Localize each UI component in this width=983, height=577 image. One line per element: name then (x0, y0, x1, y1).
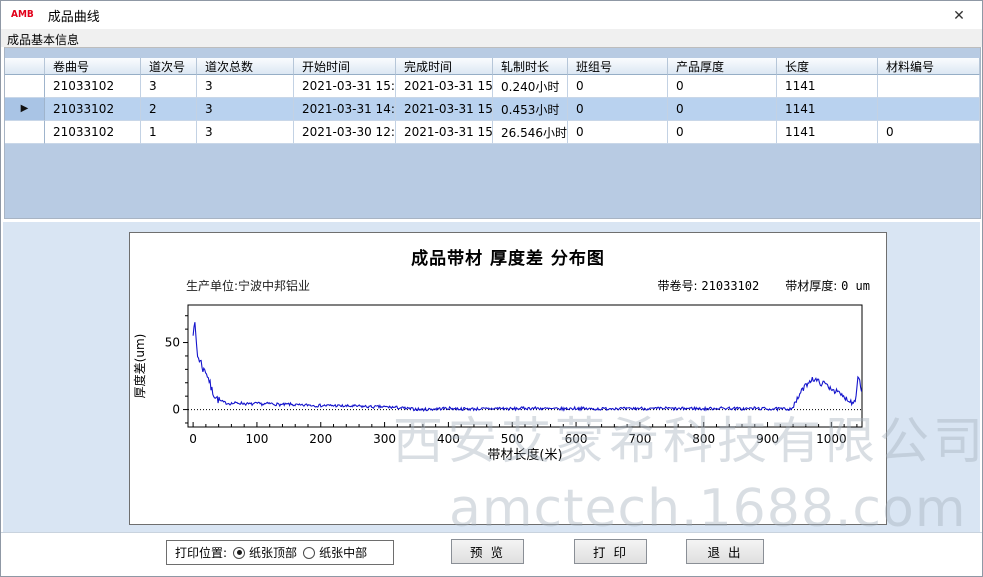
row-selector-cell[interactable]: ▶ (5, 98, 45, 121)
svg-text:500: 500 (501, 432, 524, 446)
radio-paper-top[interactable]: 纸张顶部 (233, 544, 297, 561)
table-cell[interactable]: 26.546小时 (493, 121, 568, 144)
table-cell[interactable]: 0.453小时 (493, 98, 568, 121)
table-cell[interactable]: 2021-03-31 15:... (294, 75, 396, 98)
svg-text:1000: 1000 (816, 432, 847, 446)
svg-text:700: 700 (628, 432, 651, 446)
svg-text:600: 600 (565, 432, 588, 446)
table-cell[interactable]: 0 (568, 98, 668, 121)
selection-arrow-icon: ▶ (21, 104, 29, 114)
svg-text:900: 900 (756, 432, 779, 446)
product-table[interactable]: 卷曲号道次号道次总数开始时间完成时间轧制时长班组号产品厚度长度材料编号21033… (4, 47, 981, 219)
app-logo: AMB (11, 10, 34, 21)
table-cell[interactable]: 3 (141, 75, 197, 98)
table-cell[interactable]: 1 (141, 121, 197, 144)
svg-text:带材长度(米): 带材长度(米) (487, 447, 562, 463)
table-cell[interactable]: 0 (668, 121, 777, 144)
radio-paper-middle-icon[interactable] (303, 547, 315, 559)
print-position-label: 打印位置: (175, 544, 227, 561)
table-row[interactable]: 21033102132021-03-30 12:...2021-03-31 15… (5, 121, 980, 144)
svg-text:400: 400 (437, 432, 460, 446)
footer-bar: 打印位置: 纸张顶部 纸张中部 预 览 打 印 退 出 (1, 532, 982, 576)
thickness-chart: 0 100 200 300 400 500 600 700 800 900 1000 0 50 带材长度(… (130, 295, 886, 525)
table-cell[interactable]: 0 (668, 75, 777, 98)
table-cell[interactable]: 1141 (777, 121, 878, 144)
column-header-6[interactable]: 轧制时长 (493, 58, 568, 75)
row-selector-cell[interactable] (5, 75, 45, 98)
column-header-8[interactable]: 产品厚度 (668, 58, 777, 75)
close-icon[interactable]: ✕ (948, 5, 970, 27)
table-cell[interactable]: 2 (141, 98, 197, 121)
coil-number-label: 带卷号: 21033102 (658, 277, 760, 294)
table-cell[interactable]: 3 (197, 121, 294, 144)
svg-text:100: 100 (245, 432, 268, 446)
table-cell[interactable]: 2021-03-31 15:... (396, 121, 493, 144)
svg-text:300: 300 (373, 432, 396, 446)
column-header-2[interactable]: 道次号 (141, 58, 197, 75)
svg-text:0: 0 (172, 403, 180, 417)
table-row[interactable]: 21033102332021-03-31 15:...2021-03-31 15… (5, 75, 980, 98)
print-position-group: 打印位置: 纸张顶部 纸张中部 (166, 540, 394, 565)
svg-text:800: 800 (692, 432, 715, 446)
table-cell[interactable] (878, 98, 980, 121)
column-header-9[interactable]: 长度 (777, 58, 878, 75)
table-cell[interactable]: 21033102 (45, 75, 141, 98)
coil-number-value: 21033102 (701, 279, 759, 293)
table-cell[interactable] (878, 75, 980, 98)
info-strip: 成品基本信息 (1, 29, 982, 47)
column-header-4[interactable]: 开始时间 (294, 58, 396, 75)
exit-button[interactable]: 退 出 (686, 539, 764, 564)
column-header-10[interactable]: 材料编号 (878, 58, 980, 75)
table-cell[interactable]: 0 (878, 121, 980, 144)
table-cell[interactable]: 2021-03-31 14:... (294, 98, 396, 121)
table-row[interactable]: ▶ 21033102232021-03-31 14:...2021-03-31 1… (5, 98, 980, 121)
strip-thickness-label: 带材厚度: 0 um (785, 277, 870, 294)
title-bar: AMB 成品曲线 ✕ (1, 1, 982, 29)
table-cell[interactable]: 21033102 (45, 98, 141, 121)
window-title: 成品曲线 (48, 6, 100, 25)
table-cell[interactable]: 2021-03-30 12:... (294, 121, 396, 144)
table-cell[interactable]: 1141 (777, 98, 878, 121)
column-header-7[interactable]: 班组号 (568, 58, 668, 75)
radio-paper-middle-label: 纸张中部 (319, 544, 367, 561)
print-button[interactable]: 打 印 (574, 539, 647, 564)
column-header-3[interactable]: 道次总数 (197, 58, 294, 75)
svg-text:200: 200 (309, 432, 332, 446)
table-cell[interactable]: 1141 (777, 75, 878, 98)
table-cell[interactable]: 21033102 (45, 121, 141, 144)
svg-text:厚度差(um): 厚度差(um) (132, 334, 147, 399)
row-selector-cell[interactable] (5, 121, 45, 144)
table-cell[interactable]: 0 (668, 98, 777, 121)
table-cell[interactable]: 2021-03-31 15:... (396, 98, 493, 121)
radio-paper-top-icon[interactable] (233, 547, 245, 559)
preview-button[interactable]: 预 览 (451, 539, 524, 564)
table-cell[interactable]: 0 (568, 75, 668, 98)
radio-paper-top-label: 纸张顶部 (249, 544, 297, 561)
radio-paper-middle[interactable]: 纸张中部 (303, 544, 367, 561)
strip-thickness-value: 0 um (841, 279, 870, 293)
group-label: 成品基本信息 (7, 31, 79, 48)
table-cell[interactable]: 0 (568, 121, 668, 144)
producer-label: 生产单位:宁波中邦铝业 (186, 277, 310, 294)
column-header-1[interactable]: 卷曲号 (45, 58, 141, 75)
chart-panel: 成品带材 厚度差 分布图 生产单位:宁波中邦铝业 带卷号: 21033102 带… (129, 232, 887, 525)
table-cell[interactable]: 3 (197, 98, 294, 121)
table-cell[interactable]: 2021-03-31 15:... (396, 75, 493, 98)
svg-text:50: 50 (165, 336, 180, 350)
column-header-5[interactable]: 完成时间 (396, 58, 493, 75)
svg-text:0: 0 (189, 432, 197, 446)
chart-title: 成品带材 厚度差 分布图 (130, 244, 886, 269)
corner-cell[interactable] (5, 58, 45, 75)
chart-meta: 带卷号: 21033102 带材厚度: 0 um (658, 277, 870, 294)
table-cell[interactable]: 3 (197, 75, 294, 98)
table-cell[interactable]: 0.240小时 (493, 75, 568, 98)
